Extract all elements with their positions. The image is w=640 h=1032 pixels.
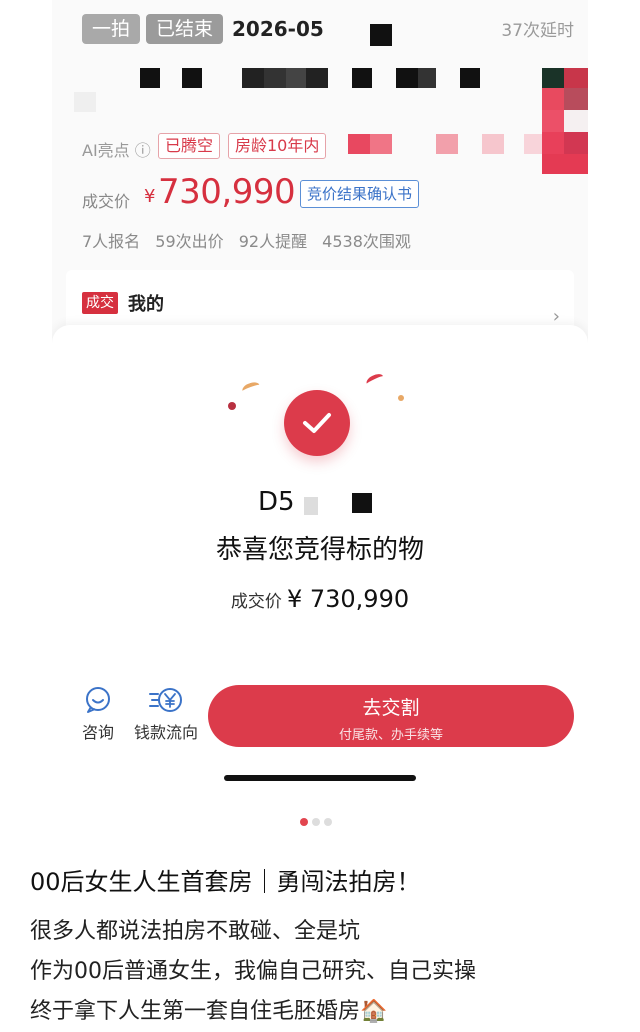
lot-id: D5 xyxy=(258,487,295,517)
post-line: 很多人都说法拍房不敢碰、全是坑 xyxy=(30,919,361,944)
deal-price-value: 730,990 xyxy=(158,172,296,212)
post-title: 00后女生人生首套房｜勇闯法拍房！ xyxy=(30,868,421,896)
go-settlement-label: 去交割 xyxy=(362,697,420,719)
congrats-message: 恭喜您竞得标的物 xyxy=(215,535,424,565)
money-flow-button[interactable]: 钱款流向 xyxy=(128,685,204,743)
mosaic-block xyxy=(370,24,392,46)
consult-label: 咨询 xyxy=(81,723,114,742)
auction-stats: 7人报名 59次出价 92人提醒 4538次围观 xyxy=(82,232,411,251)
success-sheet: D5 恭喜您竞得标的物 成交价 ¥ 730,990 咨询 钱款流向 去交割 付尾… xyxy=(52,325,588,792)
post-line: 作为00后普通女生，我偏自己研究、自己实操 xyxy=(30,959,476,984)
bid-result-confirmation-link[interactable]: 竞价结果确认书 xyxy=(300,180,420,208)
delay-count: 37次延时 xyxy=(501,21,574,41)
screenshot-image: 一拍 已结束 2026-05 37次延时 AI亮点 ⓘ 已腾空 房龄10年内 成 xyxy=(52,0,588,792)
go-settlement-sublabel: 付尾款、办手续等 xyxy=(338,728,443,743)
auction-round-tag: 一拍 xyxy=(82,14,141,44)
carousel-dot[interactable] xyxy=(312,818,320,826)
ai-highlights-label: AI亮点 ⓘ xyxy=(82,141,151,160)
post-body: 很多人都说法拍房不敢碰、全是坑 作为00后普通女生，我偏自己研究、自己实操 终于… xyxy=(30,912,630,1032)
money-flow-label: 钱款流向 xyxy=(133,723,198,742)
deal-price-currency: ¥ xyxy=(144,186,156,207)
confetti-arc xyxy=(364,371,386,389)
mosaic-block xyxy=(304,497,318,515)
go-settlement-button[interactable]: 去交割 付尾款、办手续等 xyxy=(208,685,574,747)
deal-badge: 成交 xyxy=(82,292,118,314)
highlight-chip-age: 房龄10年内 xyxy=(228,133,327,159)
mosaic-block xyxy=(352,493,372,513)
confetti-dot xyxy=(398,395,404,401)
confetti-dot xyxy=(228,402,236,410)
carousel-dot-active[interactable] xyxy=(300,818,308,826)
status-tag: 已结束 xyxy=(146,14,224,44)
highlight-chip-vacant: 已腾空 xyxy=(158,133,221,159)
money-flow-icon xyxy=(128,685,204,715)
auction-date: 2026-05 xyxy=(232,17,324,41)
my-deal-label: 我的 xyxy=(128,294,164,315)
chat-bubble-icon xyxy=(78,685,118,715)
success-check-icon xyxy=(284,390,350,456)
post-line: 终于拿下人生第一套自住毛胚婚房🏠 xyxy=(30,999,388,1024)
home-indicator[interactable] xyxy=(224,775,416,781)
sheet-price-label: 成交价 xyxy=(230,592,282,612)
carousel-dots[interactable] xyxy=(300,811,336,830)
carousel-dot[interactable] xyxy=(324,818,332,826)
consult-button[interactable]: 咨询 xyxy=(78,685,118,743)
deal-price-label: 成交价 xyxy=(82,192,131,211)
confetti-arc xyxy=(240,380,262,396)
sheet-deal-price: 成交价 ¥ 730,990 xyxy=(52,585,588,613)
sheet-price-value: ¥ 730,990 xyxy=(286,585,410,613)
chevron-right-icon[interactable]: › xyxy=(553,306,560,327)
